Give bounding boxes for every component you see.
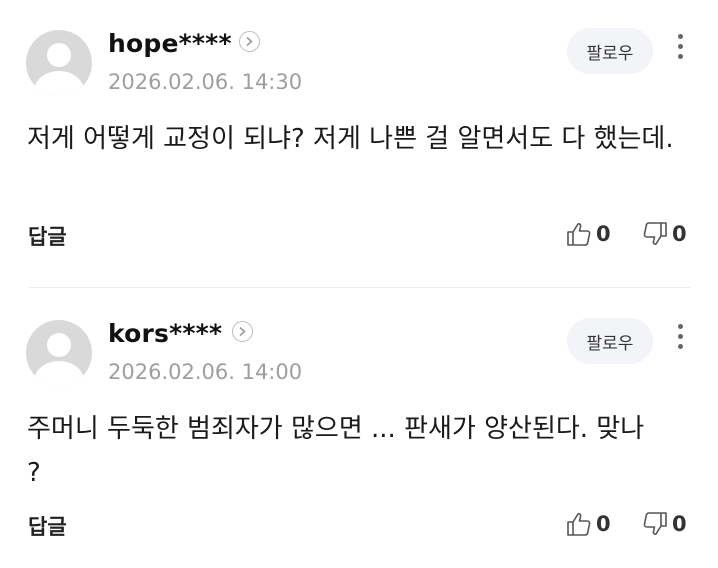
comment-text: 저게 어떻게 교정이 되냐? 저게 나쁜 걸 알면서도 다 했는데. (27, 124, 674, 154)
follow-button[interactable]: 팔로우 (567, 28, 653, 74)
thumbs-up-icon (567, 513, 591, 536)
comment-item: kors**** 2026.02.06. 14:00 팔로우 주머니 두둑한 범… (0, 290, 718, 568)
thumbs-up-icon (567, 223, 591, 246)
more-vertical-icon[interactable] (673, 34, 687, 68)
avatar[interactable] (26, 30, 92, 96)
reply-button[interactable]: 답글 (28, 511, 67, 541)
comment-date: 2026.02.06. 14:00 (108, 360, 303, 384)
comment-item: hope**** 2026.02.06. 14:30 팔로우 저게 어떻게 교정… (0, 0, 718, 288)
comment-text: 주머니 두둑한 범죄자가 많으면 ... 판새가 양산된다. 맞나 ? (27, 414, 645, 488)
thumbs-down-icon (643, 222, 667, 245)
dislike-button[interactable]: 0 (642, 221, 687, 247)
username[interactable]: kors**** (108, 319, 222, 348)
more-vertical-icon[interactable] (673, 324, 687, 358)
thumbs-down-icon (643, 512, 667, 535)
like-count: 0 (596, 222, 611, 246)
like-button[interactable]: 0 (566, 511, 611, 537)
reply-button[interactable]: 답글 (28, 221, 67, 251)
divider (28, 287, 690, 288)
comment-date: 2026.02.06. 14:30 (108, 70, 303, 94)
dislike-count: 0 (672, 222, 687, 246)
dislike-count: 0 (672, 512, 687, 536)
username[interactable]: hope**** (108, 29, 232, 58)
like-button[interactable]: 0 (566, 221, 611, 247)
chevron-right-icon[interactable] (232, 321, 253, 342)
avatar[interactable] (26, 320, 92, 386)
like-count: 0 (596, 512, 611, 536)
chevron-right-icon[interactable] (239, 31, 260, 52)
follow-button[interactable]: 팔로우 (567, 318, 653, 364)
dislike-button[interactable]: 0 (642, 511, 687, 537)
